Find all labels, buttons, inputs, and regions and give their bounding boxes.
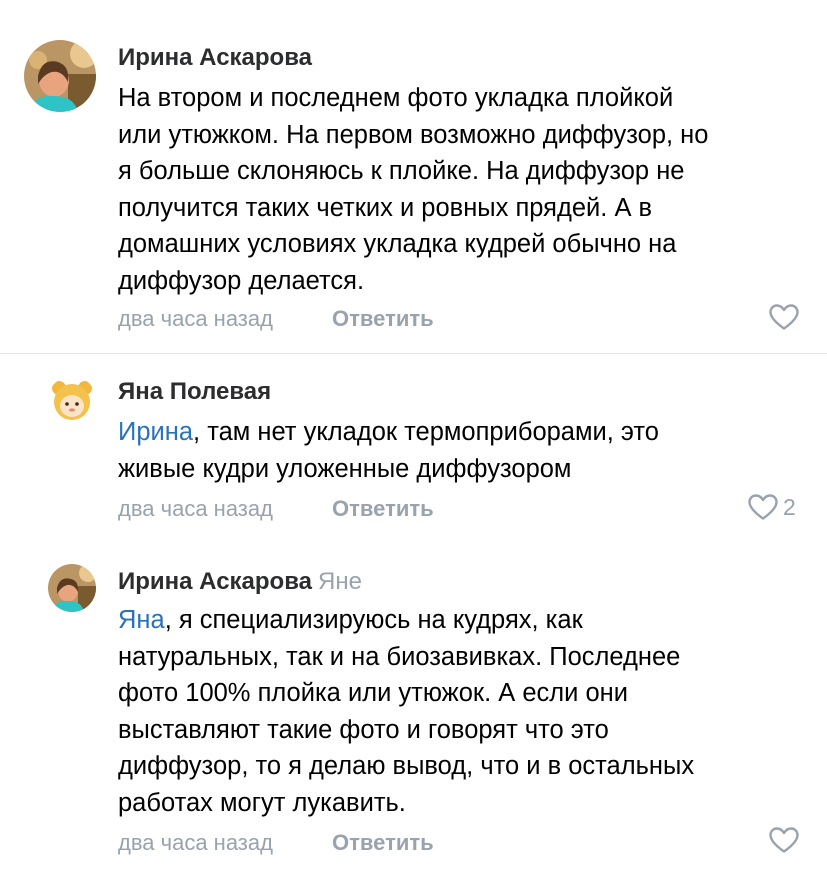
comment-text-line: Ирина, там нет укладок термоприборами, э… [118, 414, 808, 451]
comment-author[interactable]: Ирина Аскарова [118, 44, 312, 72]
reply-button[interactable]: Ответить [332, 830, 434, 856]
avatar-photo [24, 40, 96, 112]
comment-text-line: выставляют такие фото и говорят что это [118, 715, 609, 744]
comment-text-line: домашних условиях укладка кудрей обычно … [118, 230, 677, 258]
comment-author[interactable]: Ирина Аскарова Яне [118, 568, 362, 596]
comment-text: Ирина, там нет укладок термоприборами, э… [118, 414, 808, 487]
comment-text: Яна, я специализируюсь на кудрях, как на… [118, 602, 808, 821]
like-button[interactable] [768, 826, 800, 854]
avatar-photo [48, 376, 96, 424]
like-button[interactable]: 2 [747, 493, 796, 521]
comment-timestamp[interactable]: два часа назад [118, 306, 273, 332]
reply-button[interactable]: Ответить [332, 306, 434, 332]
comment-text-line: диффузор, то я делаю вывод, что и в оста… [118, 752, 695, 780]
avatar[interactable] [24, 40, 96, 112]
mention-link[interactable]: Яна [118, 606, 165, 634]
comment-text-line: На втором и последнем фото укладка плойк… [118, 84, 674, 112]
comment-text-line: или утюжком. На первом возможно диффузор… [118, 120, 709, 149]
comment-text-line: я больше склоняюсь к плойке. На диффузор… [118, 157, 685, 185]
heart-outline-icon [769, 827, 799, 853]
comment-text-line: диффузор делается. [118, 266, 365, 295]
comment-text-fragment: , там нет укладок термоприборами, это [193, 418, 659, 446]
author-name[interactable]: Яна Полевая [118, 378, 271, 405]
comment-text-line: получится таких четких и ровных прядей. … [118, 193, 653, 222]
like-button[interactable] [768, 303, 800, 331]
mention-link[interactable]: Ирина [118, 418, 193, 446]
author-name[interactable]: Ирина Аскарова [118, 44, 312, 71]
avatar-photo [48, 564, 96, 612]
comment-text-fragment: , я специализируюсь на кудрях, как [164, 606, 583, 634]
reply-button[interactable]: Ответить [332, 496, 434, 522]
like-count: 2 [783, 493, 796, 520]
comment-author[interactable]: Яна Полевая [118, 378, 271, 406]
author-name[interactable]: Ирина Аскарова [118, 568, 312, 595]
comment-timestamp[interactable]: два часа назад [118, 496, 273, 522]
comment-text: На втором и последнем фото укладка плойк… [118, 80, 808, 299]
comment-text-line: натуральных, так и на биозавивках. После… [118, 642, 681, 671]
avatar[interactable] [48, 376, 96, 424]
heart-outline-icon [748, 494, 778, 520]
comment-text-line: работах могут лукавить. [118, 788, 406, 817]
avatar[interactable] [48, 564, 96, 612]
heart-outline-icon [769, 304, 799, 330]
comment-divider [0, 353, 827, 354]
comment-text-line: Яна, я специализируюсь на кудрях, как [118, 602, 808, 639]
comment-timestamp[interactable]: два часа назад [118, 830, 273, 856]
reply-to-label[interactable]: Яне [318, 568, 362, 595]
comment-text-line: фото 100% плойка или утюжок. А если они [118, 679, 628, 707]
comment-text-line: живые кудри уложенные диффузором [118, 454, 572, 483]
